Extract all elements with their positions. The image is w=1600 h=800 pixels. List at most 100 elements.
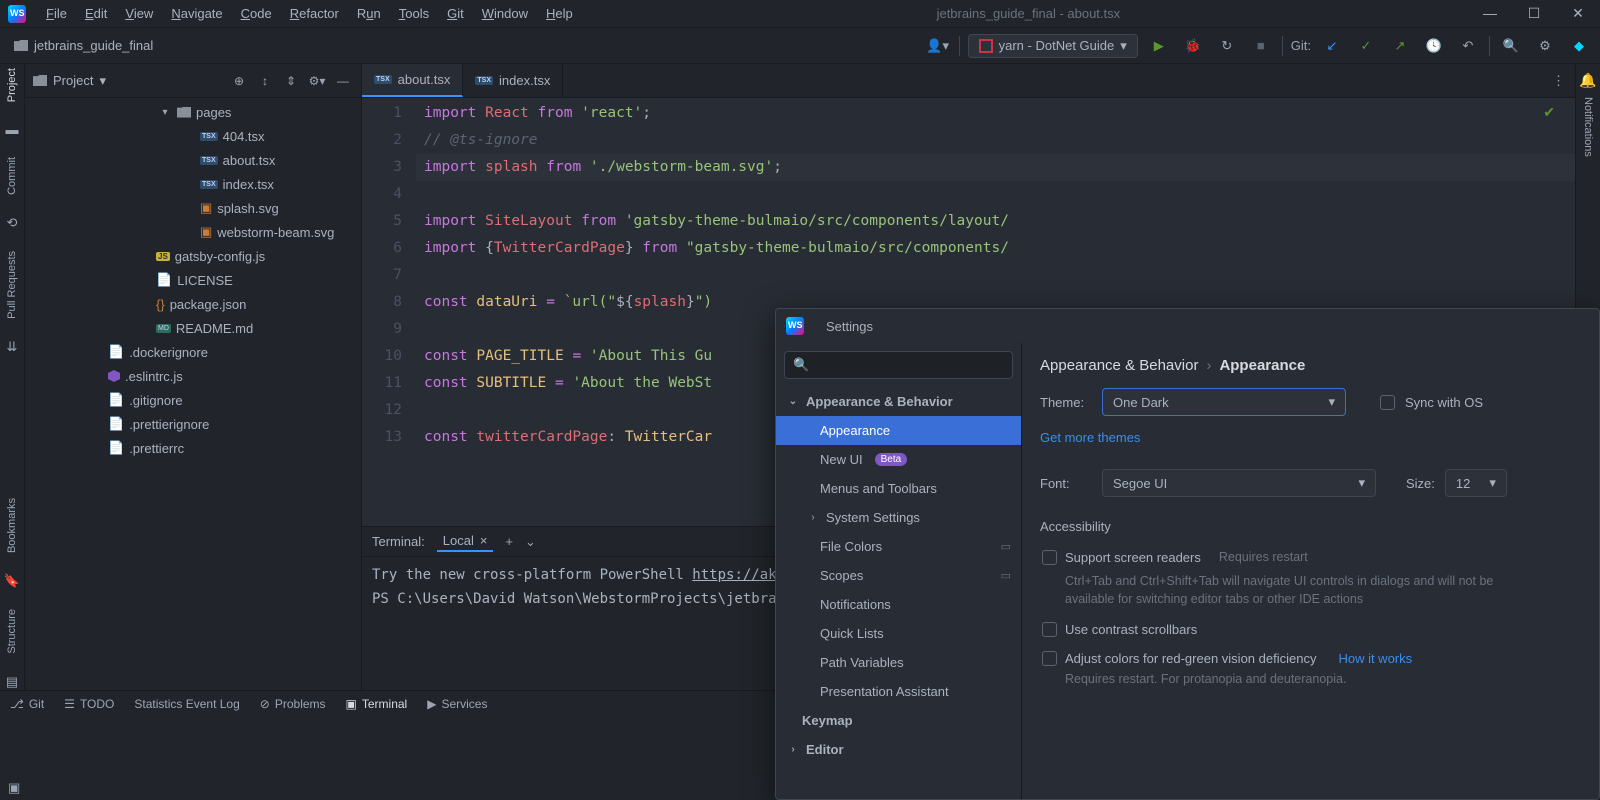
cat-new-ui[interactable]: New UIBeta — [776, 445, 1021, 474]
tree-file[interactable]: 📄LICENSE — [25, 268, 361, 292]
contrast-checkbox[interactable] — [1042, 622, 1057, 637]
add-terminal-icon[interactable]: + — [505, 534, 513, 549]
cat-scopes[interactable]: Scopes▭ — [776, 561, 1021, 590]
adjust-colors-checkbox[interactable] — [1042, 651, 1057, 666]
rail-structure[interactable]: Structure — [6, 609, 18, 654]
settings-icon[interactable]: ⚙ — [1532, 33, 1558, 59]
close-icon[interactable]: ✕ — [1564, 5, 1592, 22]
tab-about[interactable]: TSXabout.tsx — [362, 64, 463, 97]
expand-icon[interactable]: ↕ — [255, 74, 275, 88]
tree-file[interactable]: 📄.prettierrc — [25, 436, 361, 460]
settings-search[interactable]: 🔍 — [784, 351, 1013, 379]
rollback-icon[interactable]: ↶ — [1455, 33, 1481, 59]
history-icon[interactable]: 🕓 — [1421, 33, 1447, 59]
cat-appearance-behavior[interactable]: ⌄Appearance & Behavior — [776, 387, 1021, 416]
menu-code[interactable]: Code — [233, 2, 280, 25]
cat-file-colors[interactable]: File Colors▭ — [776, 532, 1021, 561]
bookmark-rail-icon[interactable]: 🔖 — [4, 573, 20, 589]
terminal-tab[interactable]: Local× — [437, 531, 494, 552]
structure-rail-icon[interactable]: ▤ — [6, 674, 18, 690]
tab-index[interactable]: TSXindex.tsx — [463, 64, 563, 97]
tree-file[interactable]: TSXabout.tsx — [25, 148, 361, 172]
tree-file[interactable]: MDREADME.md — [25, 316, 361, 340]
debug-icon[interactable]: 🐞 — [1180, 33, 1206, 59]
stop-icon[interactable]: ■ — [1248, 33, 1274, 59]
status-git[interactable]: ⎇Git — [10, 697, 44, 711]
cat-notifications[interactable]: Notifications — [776, 590, 1021, 619]
tree-file[interactable]: 📄.prettierignore — [25, 412, 361, 436]
sync-os-checkbox[interactable] — [1380, 395, 1395, 410]
tree-file[interactable]: ▣splash.svg — [25, 196, 361, 220]
get-more-themes-link[interactable]: Get more themes — [1040, 430, 1140, 445]
tree-file[interactable]: TSXindex.tsx — [25, 172, 361, 196]
tab-more-icon[interactable]: ⋮ — [1542, 64, 1575, 97]
tree-file[interactable]: {}package.json — [25, 292, 361, 316]
tree-file[interactable]: 📄.dockerignore — [25, 340, 361, 364]
cat-presentation[interactable]: Presentation Assistant — [776, 677, 1021, 706]
menu-git[interactable]: Git — [439, 2, 472, 25]
menu-run[interactable]: Run — [349, 2, 389, 25]
tree-file[interactable]: .eslintrc.js — [25, 364, 361, 388]
run-config-dropdown[interactable]: yarn - DotNet Guide ▾ — [968, 34, 1138, 58]
options-icon[interactable]: ⚙▾ — [307, 74, 327, 88]
minimize-icon[interactable]: — — [1476, 5, 1504, 22]
tree-file[interactable]: 📄.gitignore — [25, 388, 361, 412]
locate-icon[interactable]: ⊕ — [229, 74, 249, 88]
commit-rail-icon[interactable]: ⟲ — [7, 215, 18, 231]
git-commit-icon[interactable]: ✓ — [1353, 33, 1379, 59]
rail-pull[interactable]: Pull Requests — [6, 251, 18, 319]
project-breadcrumb[interactable]: jetbrains_guide_final — [8, 38, 159, 53]
git-pull-icon[interactable]: ↙ — [1319, 33, 1345, 59]
how-it-works-link[interactable]: How it works — [1338, 651, 1412, 666]
cat-quick-lists[interactable]: Quick Lists — [776, 619, 1021, 648]
ai-icon[interactable]: ◆ — [1566, 33, 1592, 59]
menu-navigate[interactable]: Navigate — [163, 2, 230, 25]
cat-menus[interactable]: Menus and Toolbars — [776, 474, 1021, 503]
menu-tools[interactable]: Tools — [391, 2, 437, 25]
rerun-icon[interactable]: ↻ — [1214, 33, 1240, 59]
tree-file[interactable]: JSgatsby-config.js — [25, 244, 361, 268]
pull-rail-icon[interactable]: ⇊ — [7, 339, 18, 355]
cat-appearance[interactable]: Appearance — [776, 416, 1021, 445]
close-tab-icon[interactable]: × — [480, 533, 488, 548]
tree-file[interactable]: TSX404.tsx — [25, 124, 361, 148]
status-todo[interactable]: ☰TODO — [64, 697, 114, 711]
rail-bookmarks[interactable]: Bookmarks — [6, 498, 18, 553]
menu-window[interactable]: Window — [474, 2, 536, 25]
menu-file[interactable]: File — [38, 2, 75, 25]
project-panel-title[interactable]: Project ▾ — [33, 73, 223, 89]
status-terminal[interactable]: ▣Terminal — [346, 697, 408, 711]
rail-notifications[interactable]: Notifications — [1582, 97, 1594, 157]
screen-readers-checkbox[interactable] — [1042, 550, 1057, 565]
run-icon[interactable]: ▶ — [1146, 33, 1172, 59]
size-dropdown[interactable]: 12▾ — [1445, 469, 1507, 497]
git-push-icon[interactable]: ↗ — [1387, 33, 1413, 59]
menu-edit[interactable]: Edit — [77, 2, 115, 25]
status-stats[interactable]: Statistics Event Log — [134, 697, 239, 711]
user-icon[interactable]: 👤▾ — [925, 33, 951, 59]
menu-view[interactable]: View — [117, 2, 161, 25]
tree-folder-pages[interactable]: ▾pages — [25, 100, 361, 124]
menu-help[interactable]: Help — [538, 2, 581, 25]
font-dropdown[interactable]: Segoe UI▾ — [1102, 469, 1376, 497]
folder-rail-icon[interactable]: ▬ — [6, 122, 19, 137]
tool-windows-icon[interactable]: ▣ — [8, 780, 20, 796]
tree-file[interactable]: ▣webstorm-beam.svg — [25, 220, 361, 244]
terminal-dropdown-icon[interactable]: ⌄ — [525, 534, 536, 550]
bell-icon[interactable]: 🔔 — [1579, 72, 1596, 89]
collapse-icon[interactable]: ⇕ — [281, 74, 301, 88]
maximize-icon[interactable]: ☐ — [1520, 5, 1548, 22]
rail-project[interactable]: Project — [6, 68, 18, 102]
search-icon[interactable]: 🔍 — [1498, 33, 1524, 59]
hide-icon[interactable]: — — [333, 74, 353, 88]
status-problems[interactable]: ⊘Problems — [260, 697, 326, 711]
rail-commit[interactable]: Commit — [6, 157, 18, 195]
menu-refactor[interactable]: Refactor — [282, 2, 347, 25]
cat-keymap[interactable]: Keymap — [776, 706, 1021, 735]
status-services[interactable]: ▶Services — [427, 697, 487, 711]
cat-editor[interactable]: ›Editor — [776, 735, 1021, 764]
cat-system[interactable]: ›System Settings — [776, 503, 1021, 532]
cat-path-vars[interactable]: Path Variables — [776, 648, 1021, 677]
inspection-ok-icon[interactable]: ✔ — [1543, 104, 1555, 121]
theme-dropdown[interactable]: One Dark▾ — [1102, 388, 1346, 416]
